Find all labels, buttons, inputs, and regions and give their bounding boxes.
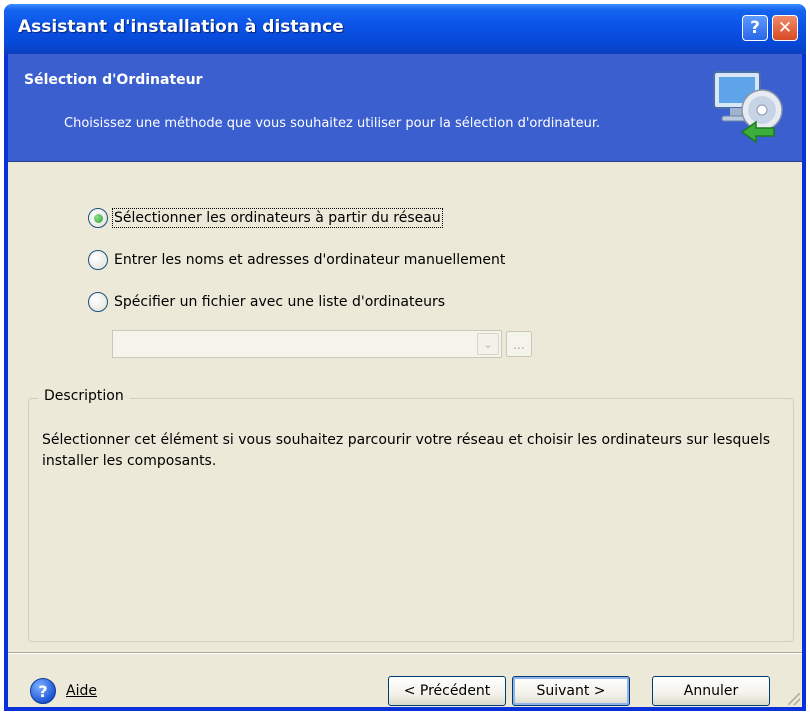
previous-button[interactable]: < Précédent: [388, 676, 506, 706]
option-file-label[interactable]: Spécifier un fichier avec une liste d'or…: [114, 294, 445, 310]
chevron-down-icon[interactable]: ⌄: [477, 333, 499, 355]
description-legend: Description: [38, 388, 130, 404]
help-title-button[interactable]: ?: [742, 15, 768, 41]
header-subtitle: Choisissez une méthode que vous souhaite…: [64, 116, 601, 131]
computer-disc-icon: [713, 71, 783, 144]
radio-manual[interactable]: [88, 250, 108, 270]
radio-network[interactable]: [88, 208, 108, 228]
option-network-label[interactable]: Sélectionner les ordinateurs à partir du…: [112, 208, 443, 228]
resize-grip[interactable]: [788, 693, 800, 705]
selection-method-options: Sélectionner les ordinateurs à partir du…: [88, 206, 505, 332]
option-file[interactable]: Spécifier un fichier avec une liste d'or…: [88, 290, 505, 314]
description-text: Sélectionner cet élément si vous souhait…: [42, 432, 771, 469]
header-title: Sélection d'Ordinateur: [24, 72, 203, 88]
option-manual-label[interactable]: Entrer les noms et adresses d'ordinateur…: [114, 252, 505, 268]
next-button[interactable]: Suivant >: [512, 676, 630, 706]
cancel-button[interactable]: Annuler: [652, 676, 770, 706]
help-icon[interactable]: ?: [30, 678, 56, 704]
browse-button[interactable]: ...: [506, 331, 532, 357]
wizard-client-area: Sélection d'Ordinateur Choisissez une mé…: [8, 54, 802, 707]
title-bar[interactable]: Assistant d'installation à distance ? ✕: [4, 4, 806, 54]
help-link[interactable]: Aide: [66, 683, 97, 699]
option-manual[interactable]: Entrer les noms et adresses d'ordinateur…: [88, 248, 505, 272]
window-title: Assistant d'installation à distance: [18, 17, 344, 37]
close-button[interactable]: ✕: [772, 15, 798, 41]
wizard-window: Assistant d'installation à distance ? ✕ …: [4, 4, 806, 711]
footer-divider: [8, 652, 802, 654]
radio-file[interactable]: [88, 292, 108, 312]
option-network[interactable]: Sélectionner les ordinateurs à partir du…: [88, 206, 505, 230]
wizard-header: Sélection d'Ordinateur Choisissez une mé…: [8, 54, 802, 162]
file-path-combo[interactable]: ⌄: [112, 330, 502, 358]
